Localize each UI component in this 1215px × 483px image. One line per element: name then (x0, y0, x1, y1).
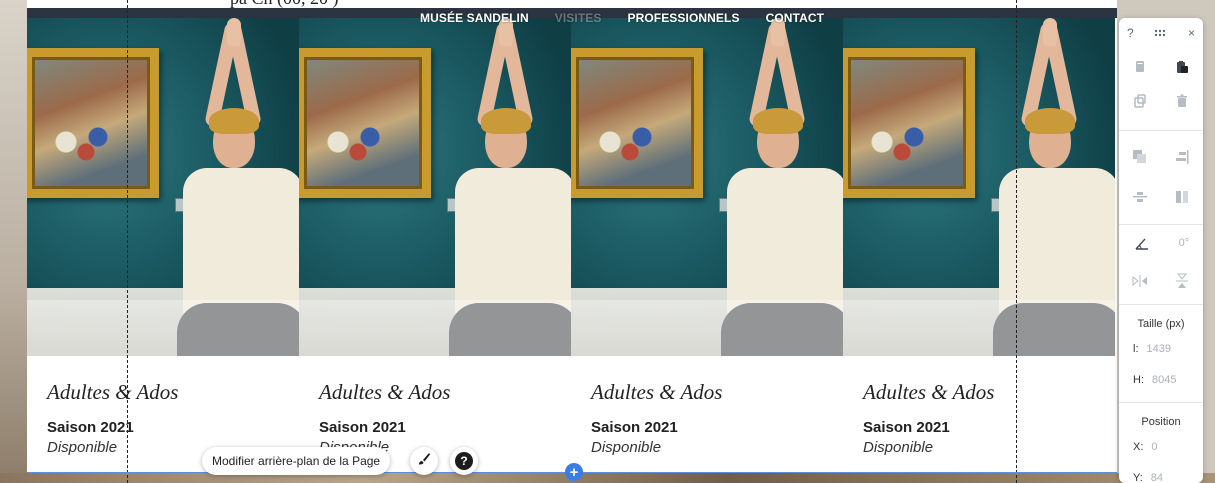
y-key: Y: (1133, 472, 1143, 483)
left-gutter (0, 0, 27, 483)
flip-horizontal-icon[interactable] (1131, 272, 1149, 290)
drag-handle-icon[interactable] (1154, 26, 1168, 40)
edit-background-button[interactable]: Modifier arrière-plan de la Page (202, 447, 391, 475)
rotation-value[interactable]: 0° (1179, 237, 1190, 249)
card-2[interactable]: Adultes & Ados Saison 2021 Disponible (299, 18, 571, 473)
guide-line-left (127, 0, 128, 483)
card-season: Saison 2021 (591, 419, 678, 436)
card-status: Disponible (863, 439, 934, 456)
inspector-edit-row (1119, 92, 1203, 110)
guide-line-right (1016, 0, 1017, 483)
card-title: Adultes & Ados (863, 380, 995, 404)
distribute-icon[interactable] (1131, 188, 1149, 206)
duplicate-icon[interactable] (1131, 92, 1149, 110)
card-photo (571, 18, 843, 356)
page-background-strip (0, 473, 1215, 483)
nav-item-professionnels[interactable]: PROFESSIONNELS (627, 11, 739, 25)
page-title-text: pa Ch (00, 20 ) (230, 0, 338, 8)
card-title: Adultes & Ados (591, 380, 723, 404)
inspector-flip-row (1119, 272, 1203, 290)
add-section-button[interactable]: + (565, 463, 583, 481)
delete-icon[interactable] (1173, 92, 1191, 110)
position-label: Position (1141, 416, 1181, 428)
brush-button[interactable] (410, 447, 438, 475)
inspector-header: ? × (1119, 18, 1203, 48)
page-title-fragment: pa Ch (00, 20 ) (0, 0, 1215, 8)
inspector-panel: ? × 0° Taille (px) l: 1439 H: 8045 Posit… (1119, 18, 1203, 483)
arrange-icon[interactable] (1131, 148, 1149, 166)
card-title: Adultes & Ados (47, 380, 179, 404)
inspector-arrange-row (1119, 148, 1203, 166)
height-value[interactable]: 8045 (1152, 374, 1176, 386)
height-key: H: (1133, 374, 1144, 386)
width-field[interactable]: l: 1439 (1133, 343, 1171, 355)
width-value[interactable]: 1439 (1147, 343, 1171, 355)
help-icon: ? (455, 452, 473, 470)
card-photo (843, 18, 1115, 356)
inspector-distribute-row (1119, 188, 1203, 206)
card-1[interactable]: Adultes & Ados Saison 2021 Disponible (27, 18, 299, 473)
nav-item-contact[interactable]: CONTACT (766, 11, 824, 25)
inspector-close-icon[interactable]: × (1188, 26, 1195, 40)
nav-item-visites[interactable]: VISITES (555, 11, 602, 25)
card-photo (27, 18, 299, 356)
card-season: Saison 2021 (47, 419, 134, 436)
width-key: l: (1133, 343, 1139, 355)
copy-icon[interactable] (1131, 58, 1149, 76)
help-button[interactable]: ? (450, 447, 478, 475)
match-size-icon[interactable] (1173, 188, 1191, 206)
inspector-divider (1119, 304, 1203, 305)
inspector-clipboard-row (1119, 58, 1203, 76)
card-4[interactable]: Adultes & Ados Saison 2021 Disponible (843, 18, 1115, 473)
height-field[interactable]: H: 8045 (1133, 374, 1176, 386)
inspector-help-icon[interactable]: ? (1127, 26, 1134, 40)
flip-vertical-icon[interactable] (1173, 272, 1191, 290)
y-field[interactable]: Y: 84 (1133, 472, 1163, 483)
x-key: X: (1133, 441, 1144, 453)
align-icon[interactable] (1173, 148, 1191, 166)
inspector-divider (1119, 224, 1203, 225)
main-nav: MUSÉE SANDELIN VISITES PROFESSIONNELS CO… (420, 11, 824, 25)
y-value[interactable]: 84 (1151, 472, 1163, 483)
x-value[interactable]: 0 (1151, 441, 1157, 453)
inspector-rotate-row: 0° (1119, 234, 1203, 252)
inspector-divider (1119, 130, 1203, 131)
card-season: Saison 2021 (863, 419, 950, 436)
size-label: Taille (px) (1137, 318, 1185, 330)
nav-item-musee[interactable]: MUSÉE SANDELIN (420, 11, 529, 25)
paste-icon[interactable] (1173, 58, 1191, 76)
rotate-angle-icon[interactable] (1133, 234, 1151, 252)
card-3[interactable]: Adultes & Ados Saison 2021 Disponible (571, 18, 843, 473)
card-title: Adultes & Ados (319, 380, 451, 404)
card-photo (299, 18, 571, 356)
card-gallery: Adultes & Ados Saison 2021 Disponible Ad… (27, 18, 1117, 473)
brush-icon (417, 452, 431, 471)
card-status: Disponible (591, 439, 662, 456)
card-status: Disponible (47, 439, 118, 456)
x-field[interactable]: X: 0 (1133, 441, 1158, 453)
inspector-divider (1119, 402, 1203, 403)
card-season: Saison 2021 (319, 419, 406, 436)
